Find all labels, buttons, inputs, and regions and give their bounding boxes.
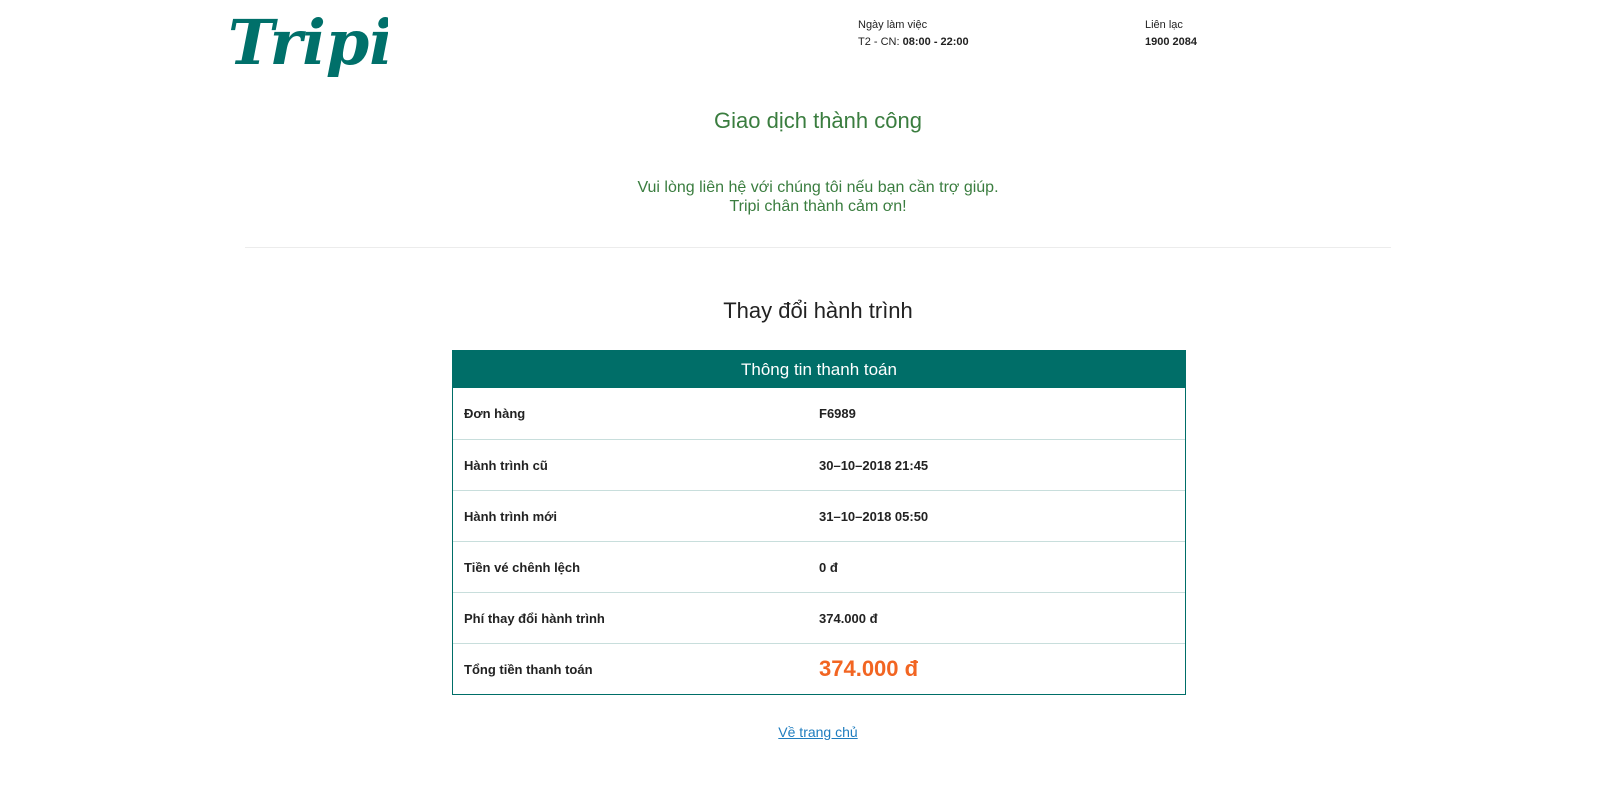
page: Tripi Ngày làm việc T2 - CN: 08:00 - 22:… [0,0,1600,786]
row-value: 0 đ [819,559,838,575]
row-label: Phí thay đổi hành trình [464,610,605,626]
contact-phone[interactable]: 1900 2084 [1145,34,1197,51]
row-label: Đơn hàng [464,406,526,421]
total-amount: 374.000 đ [819,656,919,681]
working-hours-value: T2 - CN: 08:00 - 22:00 [858,34,969,51]
contact-label: Liên lạc [1145,19,1183,31]
row-value: 374.000 đ [819,610,878,626]
payment-table-body: Đơn hàng F6989 Hành trình cũ 30–10–2018 … [453,388,1185,694]
divider [245,247,1391,248]
row-value: 30–10–2018 21:45 [819,457,929,473]
working-hours-label: Ngày làm việc [858,19,928,31]
table-row-change-fee: Phí thay đổi hành trình 374.000 đ [453,592,1185,643]
table-row-fare-difference: Tiền vé chênh lệch 0 đ [453,541,1185,592]
row-label: Hành trình mới [464,508,558,524]
success-title: Giao dịch thành công [714,108,922,133]
row-value: F6989 [819,406,856,421]
row-label: Hành trình cũ [464,457,548,473]
help-message: Vui lòng liên hệ với chúng tôi nếu bạn c… [0,178,1600,216]
help-line-1: Vui lòng liên hệ với chúng tôi nếu bạn c… [637,179,999,196]
home-link[interactable]: Về trang chủ [778,724,857,740]
svg-text:Tripi: Tripi [228,6,388,79]
tripi-logo[interactable]: Tripi [228,6,388,82]
row-label: Tổng tiền thanh toán [464,661,593,677]
row-value: 31–10–2018 05:50 [819,508,929,524]
help-line-2: Tripi chân thành cảm ơn! [729,198,907,215]
row-label: Tiền vé chênh lệch [464,559,581,575]
table-row-order: Đơn hàng F6989 [453,388,1185,439]
table-row-old-itinerary: Hành trình cũ 30–10–2018 21:45 [453,439,1185,490]
home-link-container: Về trang chủ [0,724,1600,740]
working-hours: Ngày làm việc T2 - CN: 08:00 - 22:00 [858,17,969,51]
payment-table-header: Thông tin thanh toán [453,351,1185,388]
section-title: Thay đổi hành trình [723,298,913,323]
working-time: 08:00 - 22:00 [902,36,969,48]
working-days: T2 - CN: [858,36,900,48]
table-row-total: Tổng tiền thanh toán 374.000 đ [453,643,1185,694]
payment-info-table: Thông tin thanh toán Đơn hàng F6989 Hành… [452,350,1186,695]
table-row-new-itinerary: Hành trình mới 31–10–2018 05:50 [453,490,1185,541]
contact-info: Liên lạc 1900 2084 [1145,17,1197,51]
